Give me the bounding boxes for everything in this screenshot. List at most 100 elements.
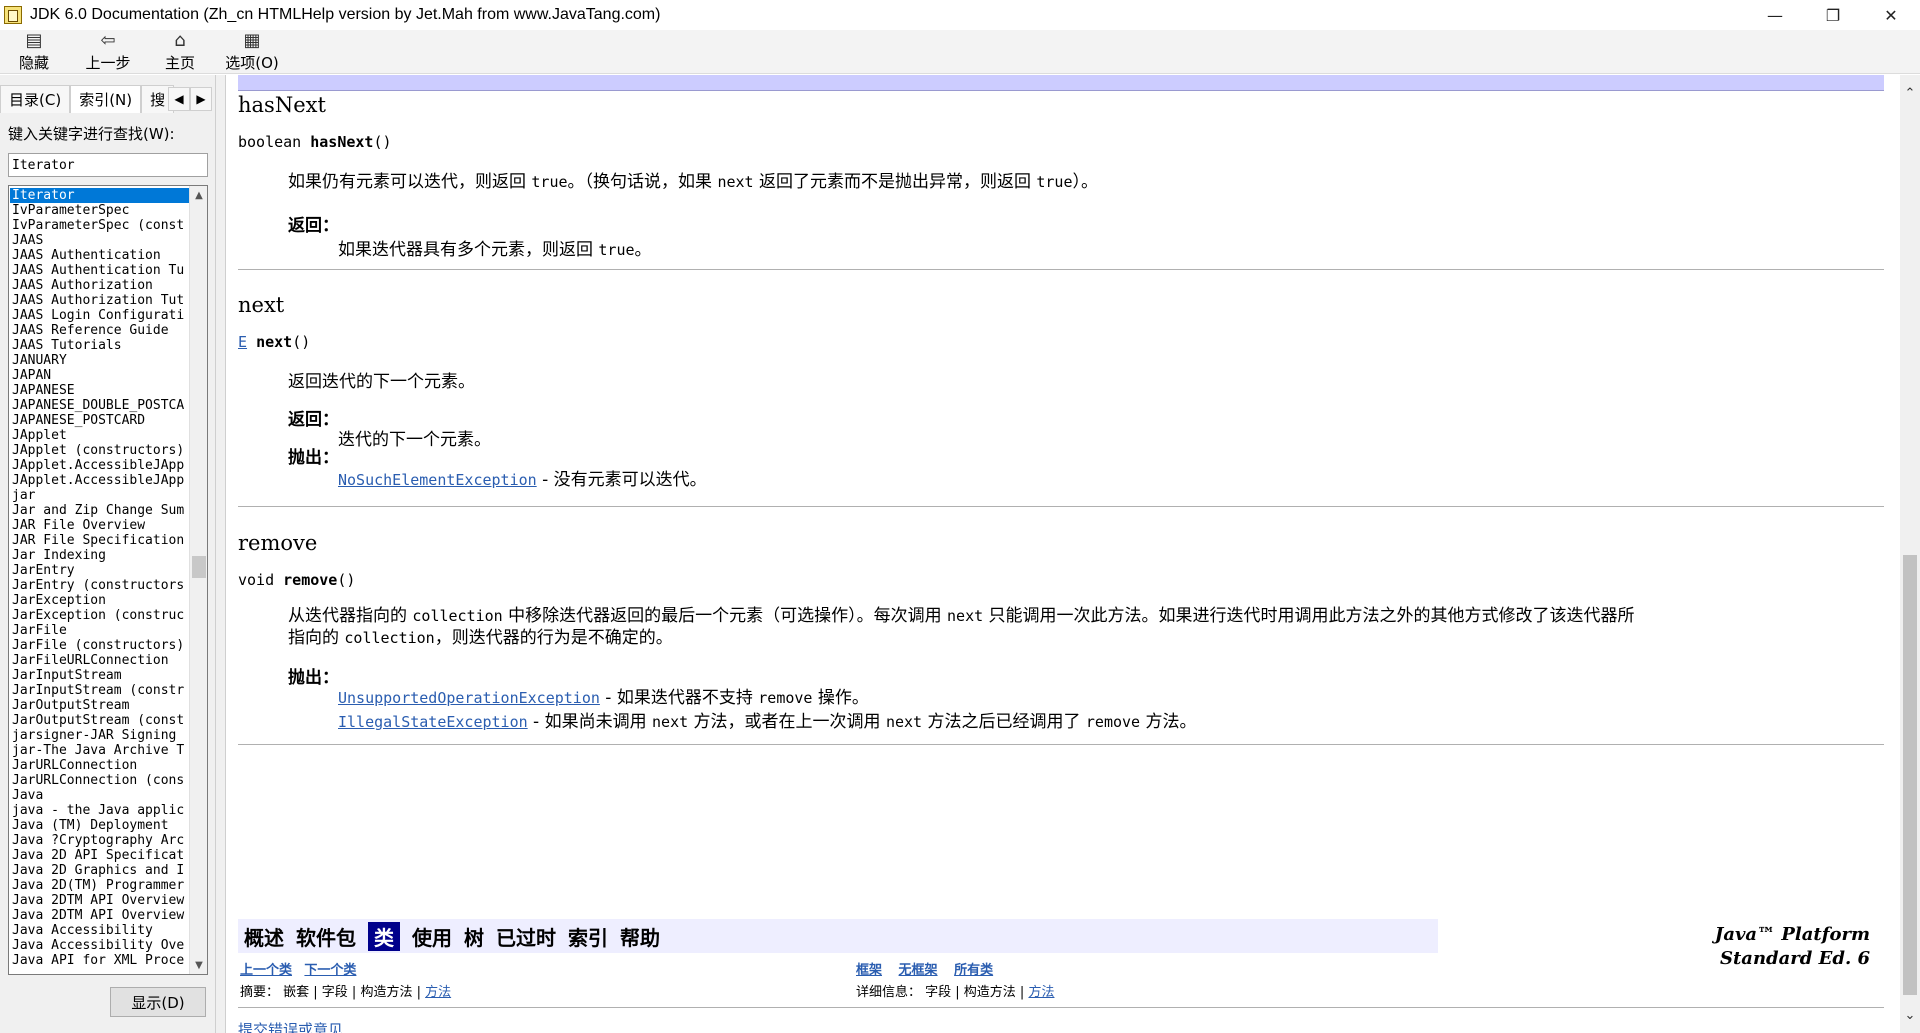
nav-item[interactable]: 使用 — [412, 922, 452, 951]
nosuchelementexception-link[interactable]: NoSuchElementException — [338, 471, 537, 489]
index-scrollbar[interactable]: ▲ ▼ — [189, 186, 207, 974]
unsupportedoperationexception-link[interactable]: UnsupportedOperationException — [338, 689, 600, 707]
index-list-item[interactable]: Java Accessibility — [10, 923, 190, 938]
all-classes-link[interactable]: 所有类 — [954, 963, 993, 978]
tab-scroll-right-icon[interactable]: ▶ — [190, 87, 212, 111]
no-frames-link[interactable]: 无框架 — [899, 963, 938, 978]
detail-method-link[interactable]: 方法 — [1028, 985, 1054, 1000]
index-list-item[interactable]: JAPANESE — [10, 383, 190, 398]
submit-feedback-link[interactable]: 提交错误或意见 — [238, 1019, 343, 1033]
index-list-item[interactable]: Jar and Zip Change Sum — [10, 503, 190, 518]
index-list-item[interactable]: Iterator — [10, 188, 190, 203]
nav-item[interactable]: 已过时 — [496, 922, 556, 951]
index-list-item[interactable]: jar — [10, 488, 190, 503]
tab-index[interactable]: 索引(N) — [70, 85, 142, 113]
scroll-down-icon[interactable]: ⌄ — [1900, 1005, 1920, 1025]
home-button[interactable]: ⌂ 主页 — [158, 30, 202, 74]
index-list-item[interactable]: JarFile (constructors) — [10, 638, 190, 653]
display-button[interactable]: 显示(D) — [110, 987, 206, 1017]
scroll-thumb[interactable] — [192, 556, 206, 578]
nav-item[interactable]: 概述 — [244, 922, 284, 951]
index-list-item[interactable]: JApplet (constructors) — [10, 443, 190, 458]
index-list-item[interactable]: Java ?Cryptography Arc — [10, 833, 190, 848]
index-list-item[interactable]: jar-The Java Archive T — [10, 743, 190, 758]
illegalstateexception-link[interactable]: IllegalStateException — [338, 713, 528, 731]
summary-method-link[interactable]: 方法 — [425, 985, 451, 1000]
index-list-item[interactable]: Java 2D(TM) Programmer — [10, 878, 190, 893]
nav-tabs: 目录(C) 索引(N) 搜 ◀ ▶ — [0, 85, 216, 113]
index-list-item[interactable]: JAAS Authorization Tut — [10, 293, 190, 308]
type-link-e[interactable]: E — [238, 333, 247, 351]
close-button[interactable]: ✕ — [1862, 0, 1920, 30]
minimize-button[interactable]: — — [1746, 0, 1804, 30]
index-list-item[interactable]: Java 2DTM API Overview — [10, 908, 190, 923]
index-list-item[interactable]: Java — [10, 788, 190, 803]
tab-scroll-left-icon[interactable]: ◀ — [168, 87, 190, 111]
frames-subnav: 框架 无框架 所有类 — [856, 959, 993, 978]
index-list-item[interactable]: IvParameterSpec — [10, 203, 190, 218]
index-list-item[interactable]: JApplet — [10, 428, 190, 443]
nav-item[interactable]: 帮助 — [620, 922, 660, 951]
nav-item[interactable]: 索引 — [568, 922, 608, 951]
scroll-down-icon[interactable]: ▼ — [190, 956, 207, 974]
index-list-item[interactable]: JAPANESE_DOUBLE_POSTCA — [10, 398, 190, 413]
index-list-item[interactable]: Java 2D Graphics and I — [10, 863, 190, 878]
index-list-item[interactable]: jarsigner-JAR Signing — [10, 728, 190, 743]
index-list-item[interactable]: JarFileURLConnection — [10, 653, 190, 668]
next-class-link[interactable]: 下一个类 — [304, 963, 356, 978]
index-list-item[interactable]: JarEntry — [10, 563, 190, 578]
index-list-item[interactable]: JAAS Authorization — [10, 278, 190, 293]
index-list[interactable]: Iterator IvParameterSpec IvParameterSpec (… — [8, 185, 208, 975]
index-list-item[interactable]: JarURLConnection — [10, 758, 190, 773]
index-list-item[interactable]: JAPANESE_POSTCARD — [10, 413, 190, 428]
hide-button[interactable]: ▤ 隐藏 — [14, 30, 54, 74]
nav-item[interactable]: 树 — [464, 922, 484, 951]
index-list-item[interactable]: JarURLConnection (cons — [10, 773, 190, 788]
desc-text: 指向的 — [288, 628, 345, 648]
options-button[interactable]: ▦ 选项(O) — [222, 30, 282, 74]
nav-item[interactable]: 软件包 — [296, 922, 356, 951]
index-list-item[interactable]: JarOutputStream — [10, 698, 190, 713]
back-button[interactable]: ⇦ 上一步 — [80, 30, 136, 74]
index-list-item[interactable]: IvParameterSpec (const — [10, 218, 190, 233]
index-list-item[interactable]: Java (TM) Deployment — [10, 818, 190, 833]
frames-link[interactable]: 框架 — [856, 963, 882, 978]
index-list-item[interactable]: JarInputStream — [10, 668, 190, 683]
index-list-item[interactable]: JAAS Login Configurati — [10, 308, 190, 323]
index-list-item[interactable]: JarEntry (constructors — [10, 578, 190, 593]
index-list-item[interactable]: JAPAN — [10, 368, 190, 383]
index-list-item[interactable]: JAAS Tutorials — [10, 338, 190, 353]
index-list-item[interactable]: JAAS Reference Guide — [10, 323, 190, 338]
scroll-up-icon[interactable]: ⌃ — [1900, 83, 1920, 103]
index-list-item[interactable]: JarOutputStream (const — [10, 713, 190, 728]
index-list-item[interactable]: JarException — [10, 593, 190, 608]
restore-button[interactable]: ❐ — [1804, 0, 1862, 30]
index-list-item[interactable]: JAAS Authentication Tu — [10, 263, 190, 278]
keyword-input[interactable] — [8, 153, 208, 177]
index-list-item[interactable]: JApplet.AccessibleJApp — [10, 473, 190, 488]
index-list-item[interactable]: JarException (construc — [10, 608, 190, 623]
index-list-item[interactable]: Jar Indexing — [10, 548, 190, 563]
sig-name: next — [256, 333, 293, 351]
index-list-item[interactable]: JANUARY — [10, 353, 190, 368]
index-list-item[interactable]: Java Accessibility Ove — [10, 938, 190, 953]
content-scrollbar[interactable]: ⌃ ⌄ — [1900, 75, 1920, 1033]
index-list-item[interactable]: JApplet.AccessibleJApp — [10, 458, 190, 473]
scroll-up-icon[interactable]: ▲ — [190, 186, 207, 204]
index-list-item[interactable]: Java 2D API Specificat — [10, 848, 190, 863]
index-list-item[interactable]: Java 2DTM API Overview — [10, 893, 190, 908]
tab-contents[interactable]: 目录(C) — [0, 85, 71, 113]
hide-label: 隐藏 — [18, 53, 49, 72]
scroll-thumb[interactable] — [1903, 555, 1917, 995]
index-list-item[interactable]: JarInputStream (constr — [10, 683, 190, 698]
index-list-item[interactable]: java - the Java applic — [10, 803, 190, 818]
bottom-navbar: 概述 软件包类使用树已过时 索引 帮助 — [238, 919, 1438, 953]
index-list-item[interactable]: JAR File Specification — [10, 533, 190, 548]
index-list-item[interactable]: JAAS — [10, 233, 190, 248]
index-list-item[interactable]: JAR File Overview — [10, 518, 190, 533]
index-list-item[interactable]: Java API for XML Proce — [10, 953, 190, 968]
pane-splitter[interactable] — [216, 75, 226, 1033]
prev-class-link[interactable]: 上一个类 — [240, 963, 292, 978]
index-list-item[interactable]: JAAS Authentication — [10, 248, 190, 263]
index-list-item[interactable]: JarFile — [10, 623, 190, 638]
